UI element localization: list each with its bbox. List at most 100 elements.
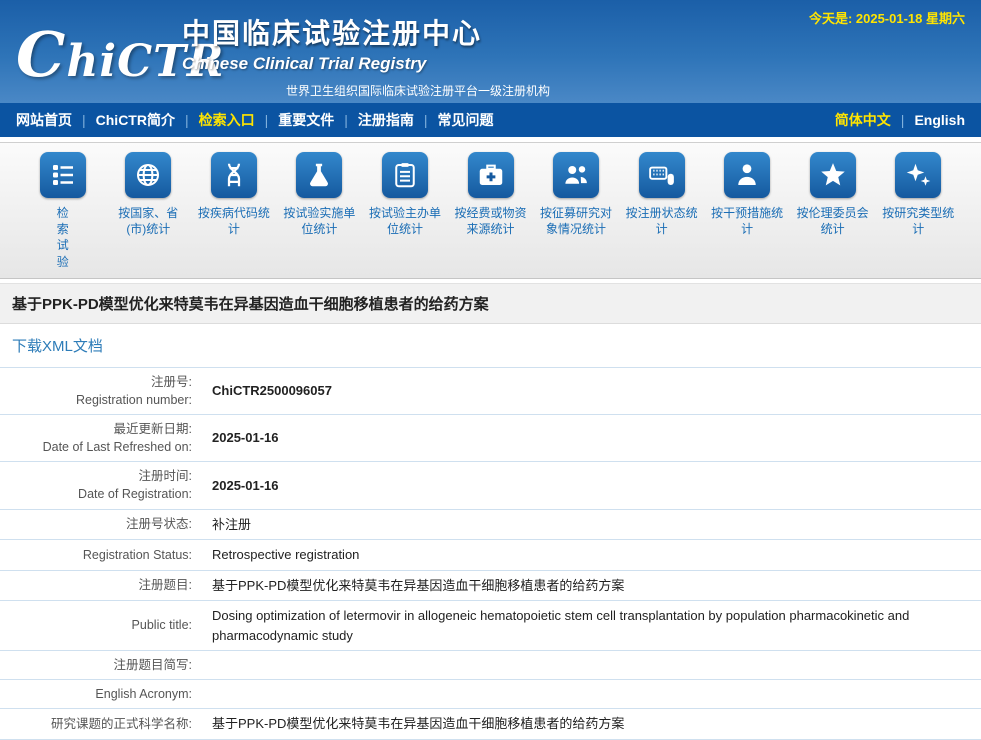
table-row-last-refreshed: 最近更新日期: Date of Last Refreshed on: 2025-… bbox=[0, 415, 981, 462]
star-icon bbox=[810, 152, 856, 198]
row-label-en: Date of Last Refreshed on: bbox=[8, 438, 192, 456]
row-label: 最近更新日期: Date of Last Refreshed on: bbox=[0, 415, 200, 461]
row-label: 注册号状态: bbox=[0, 510, 200, 538]
nav-search-entry[interactable]: 检索入口 bbox=[199, 110, 255, 130]
toolbar-item-by-implementing-unit[interactable]: 按试验实施单位统计 bbox=[277, 152, 363, 270]
toolbar-item-label: 按研究类型统计 bbox=[879, 205, 957, 237]
nav-divider: | bbox=[185, 112, 189, 128]
toolbar-item-label: 按经费或物资来源统计 bbox=[452, 205, 530, 237]
site-title-cn: 中国临床试验注册中心 bbox=[182, 12, 482, 52]
row-label-en: Date of Registration: bbox=[8, 485, 192, 503]
table-row-registration-date: 注册时间: Date of Registration: 2025-01-16 bbox=[0, 462, 981, 509]
toolbar-item-label: 按试验实施单位统计 bbox=[280, 205, 358, 237]
person-icon bbox=[724, 152, 770, 198]
row-label-en: Registration Status: bbox=[8, 546, 192, 564]
toolbar-item-label: 检索试验 bbox=[56, 205, 70, 270]
row-label-cn: 注册号: bbox=[8, 373, 192, 391]
nav-divider: | bbox=[901, 112, 905, 128]
table-row-acronym-cn: 注册题目简写: bbox=[0, 651, 981, 680]
numbered-list-icon bbox=[40, 152, 86, 198]
download-xml-link[interactable]: 下载XML文档 bbox=[0, 324, 981, 368]
toolbar-item-by-recruitment[interactable]: 按征募研究对象情况统计 bbox=[533, 152, 619, 270]
dna-icon bbox=[211, 152, 257, 198]
toolbar-item-by-ethics-committee[interactable]: 按伦理委员会统计 bbox=[790, 152, 876, 270]
people-group-icon bbox=[553, 152, 599, 198]
row-label-cn: 注册题目: bbox=[8, 576, 192, 594]
nav-divider: | bbox=[82, 112, 86, 128]
nav-home[interactable]: 网站首页 bbox=[16, 110, 72, 130]
table-row-acronym-en: English Acronym: bbox=[0, 680, 981, 709]
lang-english[interactable]: English bbox=[914, 112, 965, 128]
table-row-registration-status-en: Registration Status: Retrospective regis… bbox=[0, 540, 981, 571]
row-label: 注册题目: bbox=[0, 571, 200, 599]
site-subtitle: 世界卫生组织国际临床试验注册平台一级注册机构 bbox=[286, 82, 550, 99]
toolbar-item-label: 按伦理委员会统计 bbox=[794, 205, 872, 237]
table-row-registration-number: 注册号: Registration number: ChiCTR25000960… bbox=[0, 368, 981, 415]
flask-icon bbox=[296, 152, 342, 198]
lang-simplified-chinese[interactable]: 简体中文 bbox=[835, 110, 891, 130]
row-value: 2025-01-16 bbox=[200, 471, 981, 501]
row-value: 基于PPK-PD模型优化来特莫韦在异基因造血干细胞移植患者的给药方案 bbox=[200, 571, 981, 601]
row-value: 基于PPK-PD模型优化来特莫韦在异基因造血干细胞移植患者的给药方案 bbox=[200, 709, 981, 739]
today-date-text: 今天是: 2025-01-18 星期六 bbox=[809, 8, 965, 27]
row-label: 注册号: Registration number: bbox=[0, 368, 200, 414]
sparkles-icon bbox=[895, 152, 941, 198]
trial-title-bar: 基于PPK-PD模型优化来特莫韦在异基因造血干细胞移植患者的给药方案 bbox=[0, 283, 981, 324]
row-label: English Acronym: bbox=[0, 680, 200, 708]
nav-divider: | bbox=[265, 112, 269, 128]
row-label-en: English Acronym: bbox=[8, 685, 192, 703]
row-value bbox=[200, 689, 981, 699]
toolbar-item-label: 按试验主办单位统计 bbox=[366, 205, 444, 237]
row-label-cn: 注册时间: bbox=[8, 467, 192, 485]
row-label-cn: 研究课题的正式科学名称: bbox=[8, 715, 192, 733]
row-label: 注册题目简写: bbox=[0, 651, 200, 679]
table-row-scientific-title-cn: 研究课题的正式科学名称: 基于PPK-PD模型优化来特莫韦在异基因造血干细胞移植… bbox=[0, 709, 981, 740]
keyboard-mouse-icon bbox=[639, 152, 685, 198]
row-label-cn: 注册题目简写: bbox=[8, 656, 192, 674]
site-title-block: 中国临床试验注册中心 Chinese Clinical Trial Regist… bbox=[182, 12, 482, 74]
nav-important-documents[interactable]: 重要文件 bbox=[278, 110, 334, 130]
row-label-en: Public title: bbox=[8, 616, 192, 634]
toolbar-item-by-registration-status[interactable]: 按注册状态统计 bbox=[619, 152, 705, 270]
nav-about[interactable]: ChiCTR简介 bbox=[96, 110, 175, 130]
nav-registration-guide[interactable]: 注册指南 bbox=[358, 110, 414, 130]
toolbar-item-by-intervention[interactable]: 按干预措施统计 bbox=[704, 152, 790, 270]
first-aid-kit-icon bbox=[468, 152, 514, 198]
toolbar-item-by-study-type[interactable]: 按研究类型统计 bbox=[875, 152, 961, 270]
statistics-toolbar: 检索试验 按国家、省(市)统计 按疾病代码统计 按试验实施单位统计 按试验主办单… bbox=[0, 142, 981, 279]
toolbar-item-by-disease-code[interactable]: 按疾病代码统计 bbox=[191, 152, 277, 270]
toolbar-item-by-sponsor[interactable]: 按试验主办单位统计 bbox=[362, 152, 448, 270]
main-nav: 网站首页 | ChiCTR简介 | 检索入口 | 重要文件 | 注册指南 | 常… bbox=[0, 103, 981, 137]
row-value bbox=[200, 660, 981, 670]
nav-faq[interactable]: 常见问题 bbox=[438, 110, 494, 130]
nav-divider: | bbox=[344, 112, 348, 128]
row-label-cn: 最近更新日期: bbox=[8, 420, 192, 438]
row-value: 2025-01-16 bbox=[200, 423, 981, 453]
row-value: Dosing optimization of letermovir in all… bbox=[200, 601, 981, 650]
row-value: Retrospective registration bbox=[200, 540, 981, 570]
row-label: Registration Status: bbox=[0, 541, 200, 569]
row-label-en: Registration number: bbox=[8, 391, 192, 409]
toolbar-item-label: 按国家、省(市)统计 bbox=[109, 205, 187, 237]
toolbar-item-label: 按征募研究对象情况统计 bbox=[537, 205, 615, 237]
row-label-cn: 注册号状态: bbox=[8, 515, 192, 533]
row-label: 研究课题的正式科学名称: bbox=[0, 710, 200, 738]
language-switcher: 简体中文 | English bbox=[835, 110, 965, 130]
toolbar-item-by-funding-source[interactable]: 按经费或物资来源统计 bbox=[448, 152, 534, 270]
toolbar-item-search-trials[interactable]: 检索试验 bbox=[20, 152, 106, 270]
table-row-registration-status-cn: 注册号状态: 补注册 bbox=[0, 510, 981, 541]
site-header: 今天是: 2025-01-18 星期六 ChiCTR 中国临床试验注册中心 Ch… bbox=[0, 0, 981, 103]
site-title-en: Chinese Clinical Trial Registry bbox=[182, 54, 482, 74]
toolbar-item-label: 按注册状态统计 bbox=[623, 205, 701, 237]
clipboard-icon bbox=[382, 152, 428, 198]
nav-divider: | bbox=[424, 112, 428, 128]
row-value: ChiCTR2500096057 bbox=[200, 376, 981, 406]
toolbar-item-label: 按干预措施统计 bbox=[708, 205, 786, 237]
toolbar-item-by-country[interactable]: 按国家、省(市)统计 bbox=[106, 152, 192, 270]
toolbar-item-label: 按疾病代码统计 bbox=[195, 205, 273, 237]
row-label: Public title: bbox=[0, 611, 200, 639]
row-value: 补注册 bbox=[200, 510, 981, 540]
globe-icon bbox=[125, 152, 171, 198]
row-label: 注册时间: Date of Registration: bbox=[0, 462, 200, 508]
table-row-public-title-cn: 注册题目: 基于PPK-PD模型优化来特莫韦在异基因造血干细胞移植患者的给药方案 bbox=[0, 571, 981, 602]
